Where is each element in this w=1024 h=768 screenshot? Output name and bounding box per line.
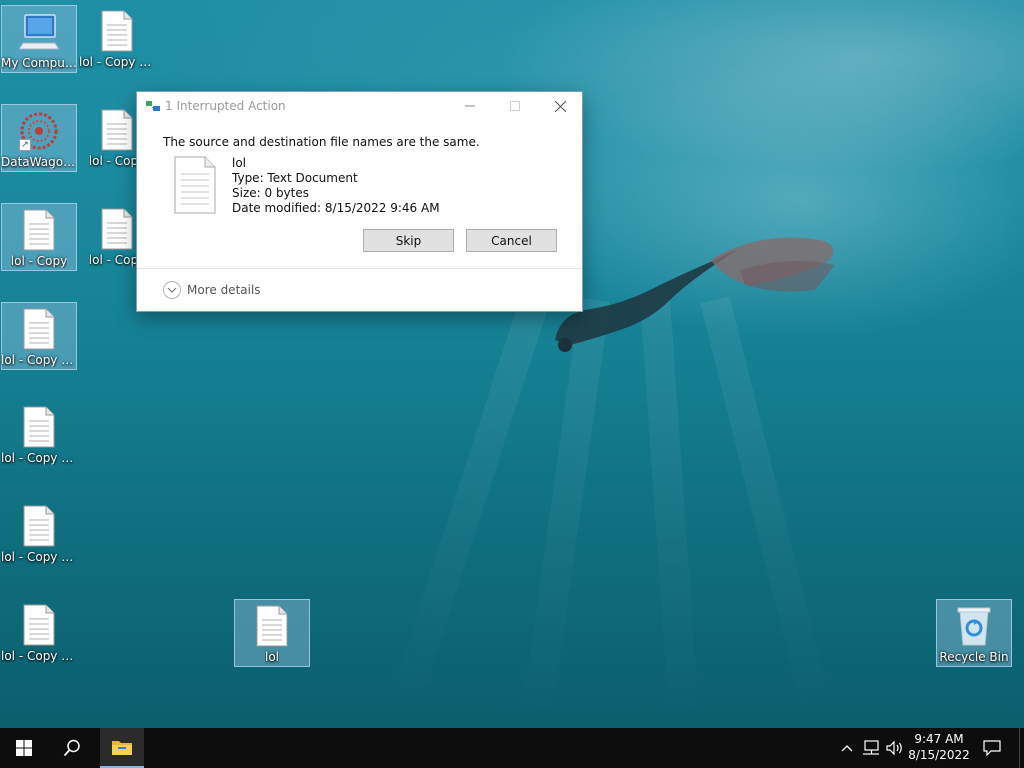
- clock-time: 9:47 AM: [914, 732, 964, 746]
- file-operation-icon: [146, 101, 160, 111]
- desktop-icon-lol[interactable]: lol: [234, 599, 310, 667]
- minimize-icon: [465, 105, 475, 107]
- desktop-icon-lol-copy-4[interactable]: lol - Copy (4): [1, 500, 77, 568]
- desktop-icon-label: lol - Copy (2): [1, 353, 77, 367]
- text-file-icon: [95, 9, 139, 53]
- desktop-icon-label: DataWagon...: [1, 155, 77, 169]
- skip-button[interactable]: Skip: [363, 229, 454, 252]
- diver-silhouette: [555, 237, 835, 352]
- text-file-icon: [17, 208, 61, 252]
- more-details-toggle[interactable]: More details: [163, 281, 261, 299]
- search-button[interactable]: [48, 728, 96, 768]
- show-hidden-icons-button[interactable]: [838, 728, 856, 768]
- file-date-modified: Date modified: 8/15/2022 9:46 AM: [232, 201, 440, 215]
- desktop-icon-label: Recycle Bin: [939, 650, 1009, 664]
- taskbar-file-explorer[interactable]: [100, 728, 144, 768]
- desktop-icon-label: lol - Copy (6): [79, 55, 155, 69]
- file-explorer-icon: [112, 741, 132, 755]
- desktop-icon-label: lol: [264, 650, 279, 664]
- desktop-icon-lol-copy-2[interactable]: lol - Copy (2): [1, 302, 77, 370]
- desktop-icon-recycle-bin[interactable]: Recycle Bin: [936, 599, 1012, 667]
- search-icon: [63, 739, 80, 757]
- text-file-icon: [95, 108, 139, 152]
- network-icon: [863, 740, 879, 755]
- volume-icon: [886, 740, 902, 756]
- file-type: Type: Text Document: [232, 171, 358, 185]
- file-info: lol Type: Text Document Size: 0 bytes Da…: [232, 156, 440, 216]
- chevron-up-icon: [841, 745, 853, 752]
- file-size: Size: 0 bytes: [232, 186, 309, 200]
- close-icon: [554, 100, 566, 112]
- light-ray: [387, 295, 550, 714]
- desktop: My Computer ↗ DataWagon... lol - Copy lo…: [0, 0, 1024, 728]
- dialog-title: 1 Interrupted Action: [165, 99, 286, 113]
- desktop-icon-label: lol - Copy (3): [1, 451, 77, 465]
- desktop-icon-label: My Computer: [1, 56, 77, 70]
- desktop-icon-label: lol - Copy: [10, 254, 68, 268]
- clock-date: 8/15/2022: [908, 748, 970, 762]
- start-button[interactable]: [0, 728, 48, 768]
- cancel-button[interactable]: Cancel: [466, 229, 557, 252]
- desktop-icon-lol-copy-3[interactable]: lol - Copy (3): [1, 401, 77, 469]
- text-file-icon: [17, 504, 61, 548]
- desktop-icon-datawagon[interactable]: ↗ DataWagon...: [1, 104, 77, 172]
- dialog-titlebar[interactable]: 1 Interrupted Action: [137, 92, 582, 120]
- desktop-icon-label: lol - Copy (5): [1, 649, 77, 663]
- chevron-down-icon: [163, 281, 181, 299]
- network-button[interactable]: [860, 728, 882, 768]
- text-file-icon: [174, 156, 216, 214]
- text-file-icon: [95, 207, 139, 251]
- desktop-icon-lol-copy[interactable]: lol - Copy: [1, 203, 77, 271]
- file-name: lol: [232, 156, 247, 170]
- volume-button[interactable]: [884, 728, 906, 768]
- desktop-icon-lol-copy-6[interactable]: lol - Copy (6): [79, 5, 155, 73]
- desktop-icon-lol-copy-5[interactable]: lol - Copy (5): [1, 599, 77, 667]
- datawagon-shortcut-icon: ↗: [17, 109, 61, 153]
- desktop-icon-my-computer[interactable]: My Computer: [1, 5, 77, 73]
- desktop-icon-label: lol - Copy (4): [1, 550, 77, 564]
- text-file-icon: [17, 307, 61, 351]
- maximize-icon: [510, 101, 520, 111]
- windows-start-icon: [16, 740, 32, 756]
- notification-icon: [983, 740, 1001, 756]
- recycle-bin-icon: [952, 604, 996, 648]
- computer-icon: [17, 10, 61, 54]
- more-details-label: More details: [187, 283, 261, 297]
- maximize-button: [492, 92, 538, 120]
- text-file-icon: [17, 603, 61, 647]
- show-desktop-button[interactable]: [1019, 728, 1024, 768]
- minimize-button[interactable]: [447, 92, 493, 120]
- shortcut-arrow-icon: ↗: [19, 139, 31, 151]
- dialog-message: The source and destination file names ar…: [163, 135, 480, 149]
- dialog-separator: [137, 268, 582, 269]
- text-file-icon: [17, 405, 61, 449]
- interrupted-action-dialog: 1 Interrupted Action The source and dest…: [136, 91, 583, 312]
- taskbar-clock[interactable]: 9:47 AM 8/15/2022: [906, 731, 972, 763]
- close-button[interactable]: [537, 92, 583, 120]
- taskbar: 9:47 AM 8/15/2022: [0, 728, 1024, 768]
- text-file-icon: [250, 604, 294, 648]
- action-center-button[interactable]: [978, 728, 1006, 768]
